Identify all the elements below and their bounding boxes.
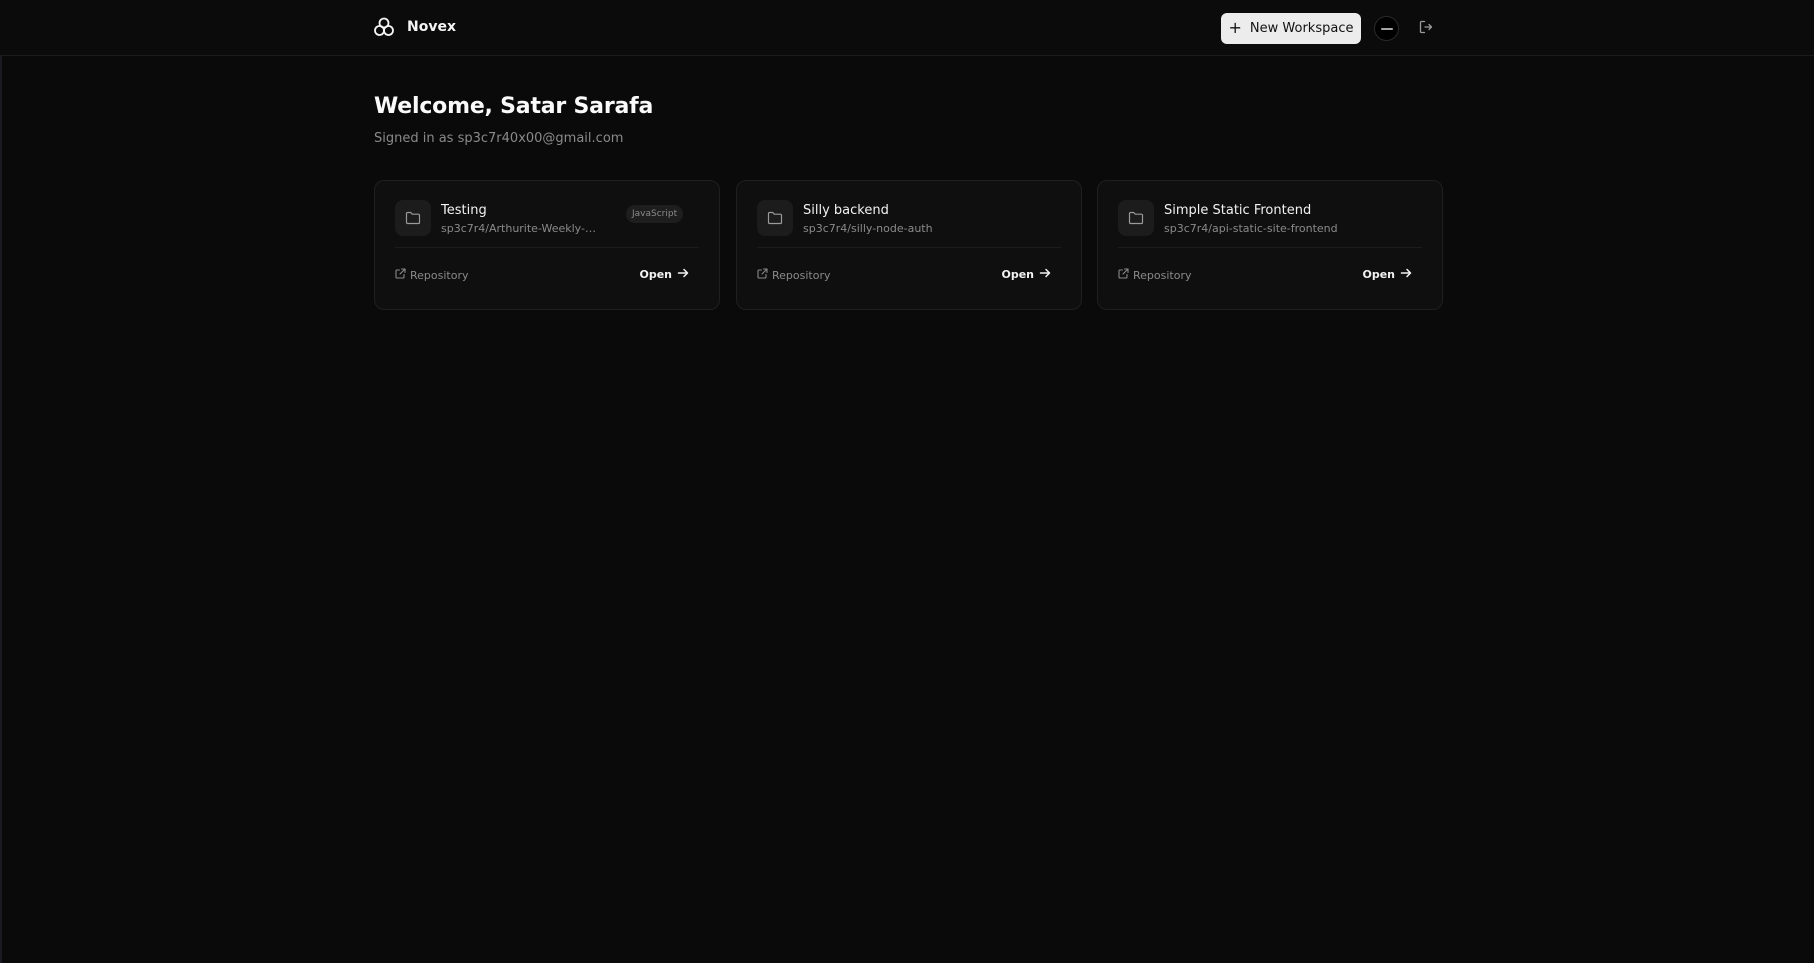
card-divider <box>395 247 699 248</box>
repository-label: Repository <box>410 268 469 282</box>
welcome-heading: Welcome, Satar Sarafa <box>374 94 654 119</box>
external-link-icon <box>1118 268 1129 282</box>
repository-label: Repository <box>772 268 831 282</box>
workspace-card-header: Simple Static Frontend sp3c7r4/api-stati… <box>1118 200 1422 244</box>
repository-link[interactable]: Repository <box>1118 268 1192 282</box>
arrow-right-icon <box>1039 267 1051 282</box>
novex-logo-icon <box>373 16 395 38</box>
open-button[interactable]: Open <box>1001 267 1051 282</box>
brand[interactable]: Novex <box>373 16 456 38</box>
avatar-image <box>1380 27 1393 30</box>
card-divider <box>1118 247 1422 248</box>
repository-link[interactable]: Repository <box>395 268 469 282</box>
avatar[interactable] <box>1374 16 1399 41</box>
workspace-card[interactable]: Testing sp3c7r4/Arthurite-Weekly-R… Java… <box>374 180 720 310</box>
plus-icon: + <box>1228 18 1242 37</box>
logout-icon <box>1419 19 1433 38</box>
repository-link[interactable]: Repository <box>757 268 831 282</box>
open-button[interactable]: Open <box>1362 267 1412 282</box>
signed-in-text: Signed in as sp3c7r40x00@gmail.com <box>374 131 624 146</box>
workspace-card[interactable]: Simple Static Frontend sp3c7r4/api-stati… <box>1097 180 1443 310</box>
workspace-card-header: Testing sp3c7r4/Arthurite-Weekly-R… Java… <box>395 200 699 244</box>
brand-name: Novex <box>407 19 456 35</box>
new-workspace-button[interactable]: + New Workspace <box>1221 13 1361 44</box>
workspace-repo: sp3c7r4/silly-node-auth <box>803 222 933 235</box>
repository-label: Repository <box>1133 268 1192 282</box>
folder-icon <box>395 200 431 236</box>
folder-icon <box>757 200 793 236</box>
folder-icon <box>1118 200 1154 236</box>
open-button[interactable]: Open <box>639 267 689 282</box>
workspace-repo: sp3c7r4/Arthurite-Weekly-R… <box>441 222 601 235</box>
external-link-icon <box>757 268 768 282</box>
workspace-repo: sp3c7r4/api-static-site-frontend <box>1164 222 1338 235</box>
logout-button[interactable] <box>1416 18 1436 38</box>
workspace-title: Simple Static Frontend <box>1164 203 1312 218</box>
open-label: Open <box>1362 268 1395 281</box>
arrow-right-icon <box>677 267 689 282</box>
card-divider <box>757 247 1061 248</box>
open-label: Open <box>639 268 672 281</box>
external-link-icon <box>395 268 406 282</box>
workspace-title: Silly backend <box>803 203 889 218</box>
arrow-right-icon <box>1400 267 1412 282</box>
window-edge <box>0 0 2 963</box>
workspace-title: Testing <box>441 203 487 218</box>
new-workspace-label: New Workspace <box>1249 21 1354 36</box>
open-label: Open <box>1001 268 1034 281</box>
workspace-card[interactable]: Silly backend sp3c7r4/silly-node-auth Re… <box>736 180 1082 310</box>
top-navbar: Novex + New Workspace <box>0 0 1814 56</box>
workspace-card-header: Silly backend sp3c7r4/silly-node-auth <box>757 200 1061 244</box>
language-badge: JavaScript <box>626 205 684 223</box>
